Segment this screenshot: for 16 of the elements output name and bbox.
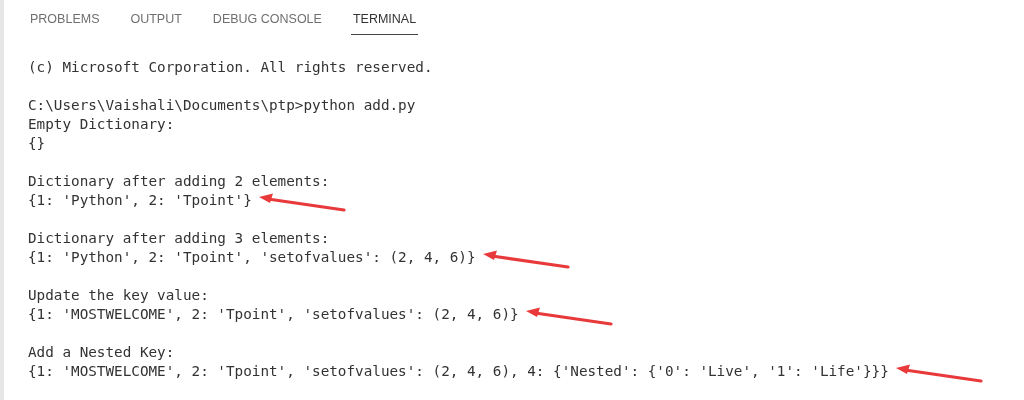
terminal-line: (c) Microsoft Corporation. All rights reserved.	[28, 58, 433, 77]
terminal-line: Dictionary after adding 2 elements:	[28, 172, 330, 191]
panel-tab[interactable]: OUTPUT	[128, 12, 184, 35]
panel-tab[interactable]: DEBUG CONSOLE	[210, 12, 324, 35]
terminal-line: Update the key value:	[28, 286, 209, 305]
terminal-line: {1: 'Python', 2: 'Tpoint', 'setofvalues': (2, 4, 6)}	[28, 248, 476, 267]
terminal-line: Add a Nested Key:	[28, 343, 175, 362]
terminal-line: {1: 'MOSTWELCOME', 2: 'Tpoint', 'setofvalues': (2, 4, 6), 4: {'Nested': {'0': 'Live', '1': 'Life'}}}	[28, 362, 889, 381]
terminal-line: C:\Users\Vaishali\Documents\ptp>python add.py	[28, 96, 416, 115]
terminal-line: Empty Dictionary:	[28, 115, 175, 134]
terminal-line: {1: 'MOSTWELCOME', 2: 'Tpoint', 'setofvalues': (2, 4, 6)}	[28, 305, 519, 324]
panel-tab[interactable]: PROBLEMS	[28, 12, 102, 35]
panel-tab[interactable]: TERMINAL	[350, 12, 419, 35]
terminal-line: {}	[28, 134, 46, 153]
terminal-line: Dictionary after adding 3 elements:	[28, 229, 330, 248]
terminal-line: {1: 'Python', 2: 'Tpoint'}	[28, 191, 252, 210]
